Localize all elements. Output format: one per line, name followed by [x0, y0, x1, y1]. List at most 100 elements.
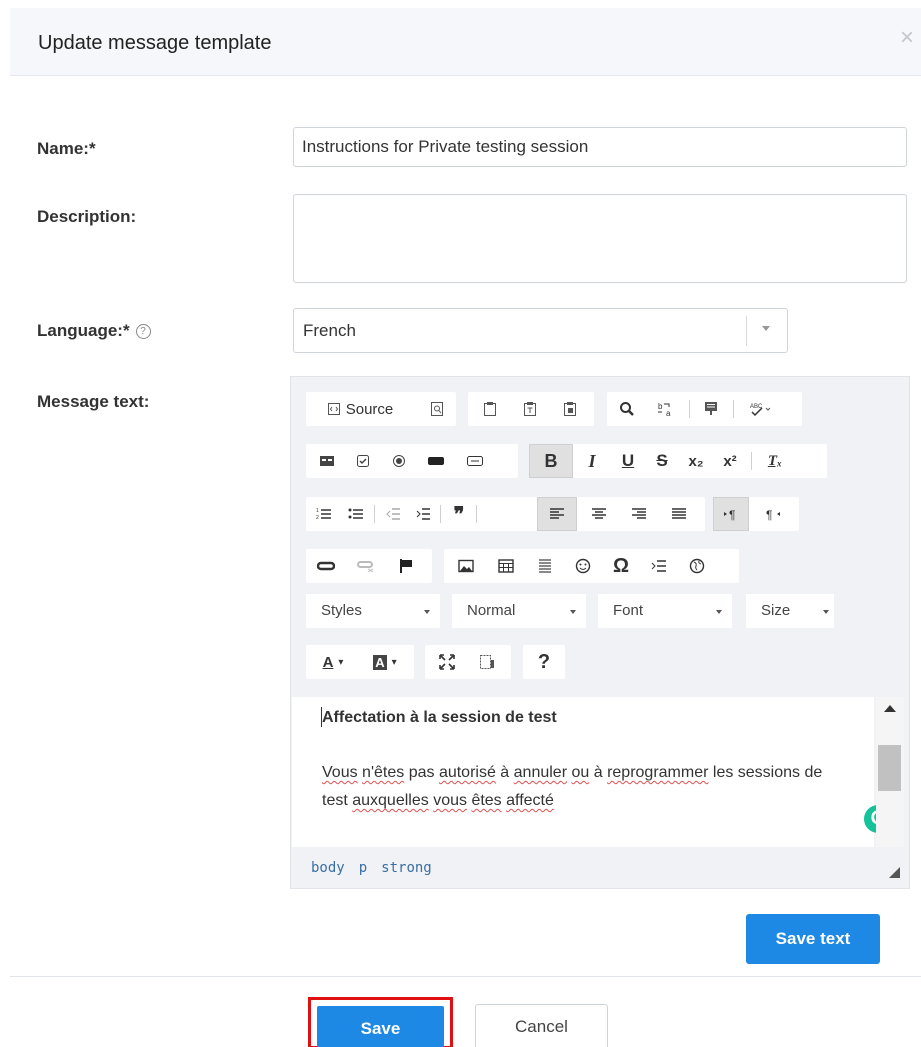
- subscript-button[interactable]: x₂: [681, 444, 711, 478]
- remove-format-button[interactable]: Tₓ: [759, 444, 791, 478]
- replace-button[interactable]: ba: [651, 392, 681, 426]
- close-icon[interactable]: ×: [900, 26, 914, 50]
- name-input[interactable]: [293, 127, 907, 167]
- paste-text-button[interactable]: [516, 392, 544, 426]
- bold-button[interactable]: B: [529, 444, 573, 478]
- svg-text:1: 1: [316, 508, 319, 514]
- path-item-body[interactable]: body: [311, 860, 345, 876]
- svg-text:b: b: [658, 402, 663, 411]
- radio-button[interactable]: [384, 444, 414, 478]
- editor-content-area[interactable]: Affectation à la session de test Vous n'…: [292, 697, 892, 847]
- svg-text:a: a: [666, 409, 671, 417]
- text-direction-rtl-button[interactable]: ¶: [755, 497, 791, 531]
- checkbox-button[interactable]: [348, 444, 378, 478]
- source-button[interactable]: Source: [312, 392, 408, 426]
- content-word: annuler: [513, 764, 568, 781]
- iframe-button[interactable]: [680, 549, 714, 583]
- textfield-button[interactable]: [420, 444, 452, 478]
- anchor-button[interactable]: [390, 549, 422, 583]
- language-select[interactable]: French: [293, 308, 788, 353]
- find-button[interactable]: [613, 392, 641, 426]
- link-button[interactable]: [310, 549, 342, 583]
- styles-combo-label: Styles: [321, 602, 362, 619]
- background-color-button[interactable]: A ▾: [362, 645, 408, 679]
- language-value: French: [303, 321, 356, 340]
- scrollbar-thumb[interactable]: [878, 745, 901, 791]
- align-left-button[interactable]: [537, 497, 577, 531]
- select-all-button[interactable]: [697, 392, 725, 426]
- align-right-button[interactable]: [621, 497, 657, 531]
- toolbar-separator: [440, 505, 441, 523]
- text-color-button[interactable]: A ▾: [310, 645, 356, 679]
- outdent-button[interactable]: [380, 497, 406, 531]
- preview-button[interactable]: [424, 392, 450, 426]
- blockquote-button[interactable]: ❞: [446, 497, 472, 531]
- paste-word-icon: [564, 402, 576, 416]
- styles-combo[interactable]: Styles: [306, 594, 440, 628]
- save-button[interactable]: Save: [317, 1006, 444, 1047]
- size-combo[interactable]: Size: [746, 594, 834, 628]
- path-item-p[interactable]: p: [359, 860, 367, 876]
- maximize-button[interactable]: [429, 645, 465, 679]
- bulleted-list-button[interactable]: [342, 497, 370, 531]
- align-center-button[interactable]: [581, 497, 617, 531]
- chevron-down-icon: [762, 326, 770, 331]
- format-combo-label: Normal: [467, 602, 516, 619]
- scroll-up-arrow-icon[interactable]: [884, 705, 896, 712]
- paste-button[interactable]: [476, 392, 504, 426]
- toolbar-group-bidi: ¶ ¶: [713, 497, 799, 531]
- description-label: Description:: [37, 207, 137, 226]
- content-heading: Affectation à la session de test: [322, 709, 557, 726]
- page-break-button[interactable]: [642, 549, 676, 583]
- paste-word-button[interactable]: [556, 392, 584, 426]
- dropdown-toggle[interactable]: [746, 316, 787, 346]
- resize-handle-icon[interactable]: [889, 867, 900, 878]
- superscript-button[interactable]: x²: [715, 444, 745, 478]
- language-label: Language:*: [37, 321, 130, 340]
- content-scrollbar[interactable]: [876, 697, 904, 847]
- content-text: à: [495, 764, 514, 781]
- justify-icon: [672, 508, 686, 519]
- unlink-button[interactable]: [350, 549, 382, 583]
- text-direction-ltr-button[interactable]: ¶: [713, 497, 749, 531]
- cancel-button[interactable]: Cancel: [475, 1004, 608, 1047]
- horizontal-rule-button[interactable]: [528, 549, 562, 583]
- underline-button[interactable]: U: [613, 444, 643, 478]
- toolbar-group-insert: Ω: [444, 549, 739, 583]
- bulleted-list-icon: [348, 508, 363, 519]
- strikethrough-button[interactable]: S: [647, 444, 677, 478]
- maximize-icon: [439, 654, 455, 670]
- show-blocks-icon: [480, 655, 494, 669]
- path-item-strong[interactable]: strong: [381, 860, 432, 876]
- font-combo[interactable]: Font: [598, 594, 732, 628]
- spellcheck-button[interactable]: ABC: [741, 392, 781, 426]
- smiley-button[interactable]: [566, 549, 600, 583]
- help-icon[interactable]: ?: [135, 324, 151, 339]
- form-button[interactable]: [312, 444, 342, 478]
- chevron-down-icon: [823, 610, 829, 614]
- show-blocks-button[interactable]: [469, 645, 505, 679]
- toolbar-separator: [733, 400, 734, 418]
- paste-text-icon: [524, 402, 536, 416]
- smiley-icon: [575, 558, 591, 574]
- special-char-button[interactable]: Ω: [604, 549, 638, 583]
- save-text-button[interactable]: Save text: [746, 914, 880, 964]
- description-input[interactable]: [293, 194, 907, 283]
- textarea-button[interactable]: [458, 444, 492, 478]
- content-word: affecté: [506, 792, 554, 809]
- spellcheck-icon: ABC: [750, 404, 771, 417]
- numbered-list-button[interactable]: 12: [310, 497, 338, 531]
- table-icon: [498, 559, 514, 573]
- content-word: autorisé: [438, 764, 496, 781]
- search-icon: [620, 402, 634, 416]
- content-word: reprogrammer: [607, 764, 709, 781]
- about-button[interactable]: ?: [527, 645, 561, 679]
- toolbar-group-colors: A ▾ A ▾: [306, 645, 414, 679]
- indent-button[interactable]: [410, 497, 436, 531]
- table-button[interactable]: [488, 549, 524, 583]
- chevron-down-icon: [424, 610, 430, 614]
- italic-button[interactable]: I: [577, 444, 607, 478]
- justify-button[interactable]: [661, 497, 697, 531]
- image-button[interactable]: [448, 549, 484, 583]
- format-combo[interactable]: Normal: [452, 594, 586, 628]
